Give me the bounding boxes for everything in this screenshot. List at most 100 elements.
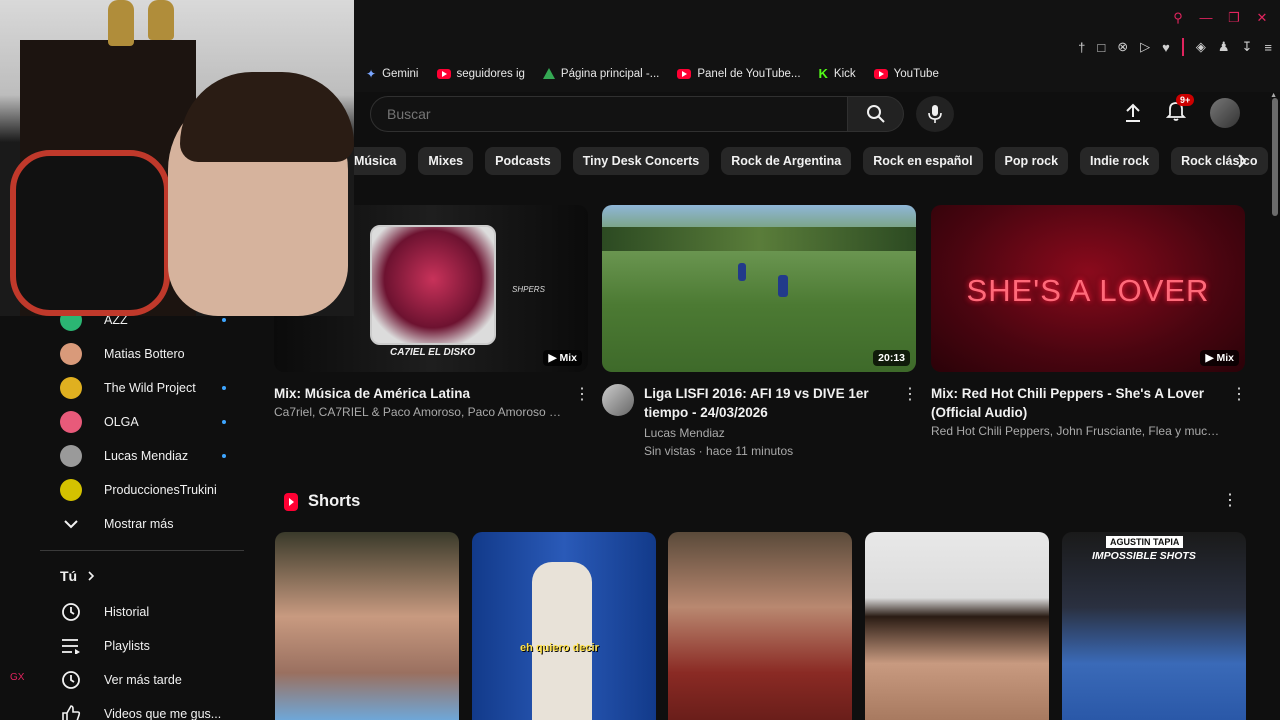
youtube-icon xyxy=(873,68,888,79)
channel-avatar xyxy=(60,479,82,501)
person-figure xyxy=(532,562,592,720)
video-channel[interactable]: Red Hot Chili Peppers, John Frusciante, … xyxy=(931,424,1221,438)
bookmark-kick[interactable]: K Kick xyxy=(819,66,856,81)
player-icon[interactable]: ▷ xyxy=(1140,39,1150,55)
download-icon[interactable]: ↧ xyxy=(1242,39,1253,55)
video-title[interactable]: Mix: Música de América Latina xyxy=(274,384,560,403)
search-icon xyxy=(866,105,885,123)
chip-rock-espanol[interactable]: Rock en español xyxy=(863,147,983,175)
kick-icon: K xyxy=(818,66,828,81)
category-chips: Música Mixes Podcasts Tiny Desk Concerts… xyxy=(354,147,1268,175)
new-content-dot xyxy=(222,386,226,390)
video-channel[interactable]: Ca7riel, CA7RIEL & Paco Amoroso, Paco Am… xyxy=(274,405,564,419)
sidebar-item-ver-mas-tarde[interactable]: Ver más tarde xyxy=(60,668,240,692)
sidebar-you-header[interactable]: Tú xyxy=(60,568,95,584)
video-card[interactable]: 20:13 Liga LISFI 2016: AFI 19 vs DIVE 1e… xyxy=(602,205,918,458)
chip-mixes[interactable]: Mixes xyxy=(418,147,474,175)
chip-podcasts[interactable]: Podcasts xyxy=(485,147,561,175)
more-options-icon[interactable]: ⋮ xyxy=(574,384,590,404)
short-card[interactable]: AGUSTIN TAPIA IMPOSSIBLE SHOTS xyxy=(1062,532,1246,720)
thumb-text-left: CA7IEL EL DISKO xyxy=(390,347,476,358)
menu-icon[interactable]: ≡ xyxy=(1264,40,1272,55)
drive-icon xyxy=(542,68,555,79)
video-channel[interactable]: Lucas Mendiaz xyxy=(644,426,894,440)
profile-icon[interactable]: ♟ xyxy=(1218,39,1230,55)
heart-icon[interactable]: ♥ xyxy=(1162,40,1170,55)
duration-badge: 20:13 xyxy=(873,350,910,366)
webcam-overlay xyxy=(0,0,354,316)
shorts-more-icon[interactable]: ⋮ xyxy=(1222,490,1238,510)
chevron-right-icon xyxy=(1238,154,1247,168)
chip-rock-clasico[interactable]: Rock clásico xyxy=(1171,147,1268,175)
short-card[interactable]: eh quiero decir xyxy=(472,532,656,720)
short-card[interactable] xyxy=(668,532,852,720)
more-options-icon[interactable]: ⋮ xyxy=(902,384,918,404)
bookmark-youtube[interactable]: YouTube xyxy=(873,68,939,80)
video-title[interactable]: Mix: Red Hot Chili Peppers - She's A Lov… xyxy=(931,384,1217,422)
person-hair xyxy=(180,72,354,162)
video-title[interactable]: Liga LISFI 2016: AFI 19 vs DIVE 1er tiem… xyxy=(644,384,894,422)
search-input[interactable] xyxy=(370,96,848,132)
short-top-label: AGUSTIN TAPIA xyxy=(1106,536,1184,548)
short-caption: IMPOSSIBLE SHOTS xyxy=(1092,550,1196,562)
bookmark-gemini[interactable]: ✦ Gemini xyxy=(366,67,419,81)
short-card[interactable] xyxy=(865,532,1049,720)
chips-next-button[interactable] xyxy=(1232,150,1252,172)
gaming-chair xyxy=(10,150,170,316)
short-card[interactable] xyxy=(275,532,459,720)
tree-line xyxy=(602,227,916,251)
browser-search-icon[interactable]: ⚲ xyxy=(1170,10,1186,26)
page-scrollbar[interactable] xyxy=(1272,98,1278,216)
thumb-neon-text: SHE'S A LOVER xyxy=(966,273,1210,308)
chip-rock-argentina[interactable]: Rock de Argentina xyxy=(721,147,852,175)
pin-icon[interactable]: † xyxy=(1078,40,1085,55)
history-icon xyxy=(60,602,82,622)
snapshot-icon[interactable]: □ xyxy=(1097,40,1105,55)
sidebar-item-playlists[interactable]: Playlists xyxy=(60,634,240,658)
minimize-icon[interactable]: — xyxy=(1198,10,1214,26)
video-thumbnail[interactable]: 20:13 xyxy=(602,205,916,372)
player-figure xyxy=(738,263,746,281)
bookmark-seguidores-ig[interactable]: seguidores ig xyxy=(436,68,525,80)
block-icon[interactable]: ⊗ xyxy=(1117,39,1128,55)
user-avatar[interactable] xyxy=(1210,98,1240,128)
sidebar-item-lucas-mendiaz[interactable]: Lucas Mendiaz xyxy=(60,444,240,468)
more-options-icon[interactable]: ⋮ xyxy=(1231,384,1247,404)
video-meta: Mix: Música de América Latina Ca7riel, C… xyxy=(274,384,590,419)
chip-indie-rock[interactable]: Indie rock xyxy=(1080,147,1160,175)
upload-icon[interactable] xyxy=(1124,103,1142,123)
restore-icon[interactable]: ❐ xyxy=(1226,10,1242,26)
thumb-text-right: SHPERS xyxy=(512,285,545,294)
shorts-title: Shorts xyxy=(308,492,361,510)
channel-avatar[interactable] xyxy=(602,384,634,416)
sidebar-item-matias-bottero[interactable]: Matias Bottero xyxy=(60,342,240,366)
chip-tiny-desk[interactable]: Tiny Desk Concerts xyxy=(572,147,710,175)
sidebar-show-more[interactable]: Mostrar más xyxy=(60,512,240,536)
window-controls: ⚲ — ❐ ✕ xyxy=(1170,10,1270,26)
video-thumbnail[interactable]: SHE'S A LOVER ▶ Mix xyxy=(931,205,1245,372)
extensions-icon[interactable]: ◈ xyxy=(1196,39,1206,55)
chip-musica[interactable]: Música xyxy=(354,147,407,175)
bookmark-panel-youtube[interactable]: Panel de YouTube... xyxy=(677,68,801,80)
notifications-button[interactable]: 9+ xyxy=(1165,93,1195,127)
close-icon[interactable]: ✕ xyxy=(1254,10,1270,26)
chip-pop-rock[interactable]: Pop rock xyxy=(994,147,1069,175)
notification-badge: 9+ xyxy=(1176,93,1195,106)
video-card[interactable]: SHE'S A LOVER ▶ Mix Mix: Red Hot Chili P… xyxy=(931,205,1247,438)
sidebar-divider xyxy=(40,550,244,551)
sidebar-item-historial[interactable]: Historial xyxy=(60,600,240,624)
sidebar-item-the-wild-project[interactable]: The Wild Project xyxy=(60,376,240,400)
video-stats: Sin vistas · hace 11 minutos xyxy=(644,444,794,458)
sidebar-item-producciones-trukini[interactable]: ProduccionesTrukini xyxy=(60,478,240,502)
bookmark-pagina-principal[interactable]: Página principal -... xyxy=(542,68,659,80)
trophy xyxy=(148,0,174,40)
mix-badge: ▶ Mix xyxy=(1200,350,1239,366)
sidebar-item-olga[interactable]: OLGA xyxy=(60,410,240,434)
search-bar xyxy=(370,96,904,132)
shorts-header: Shorts xyxy=(284,492,360,511)
short-caption: eh quiero decir xyxy=(520,642,599,654)
search-button[interactable] xyxy=(848,96,904,132)
sidebar-item-videos-que-me-gustan[interactable]: Videos que me gus... xyxy=(60,702,240,720)
player-figure xyxy=(778,275,788,297)
voice-search-button[interactable] xyxy=(916,96,954,132)
